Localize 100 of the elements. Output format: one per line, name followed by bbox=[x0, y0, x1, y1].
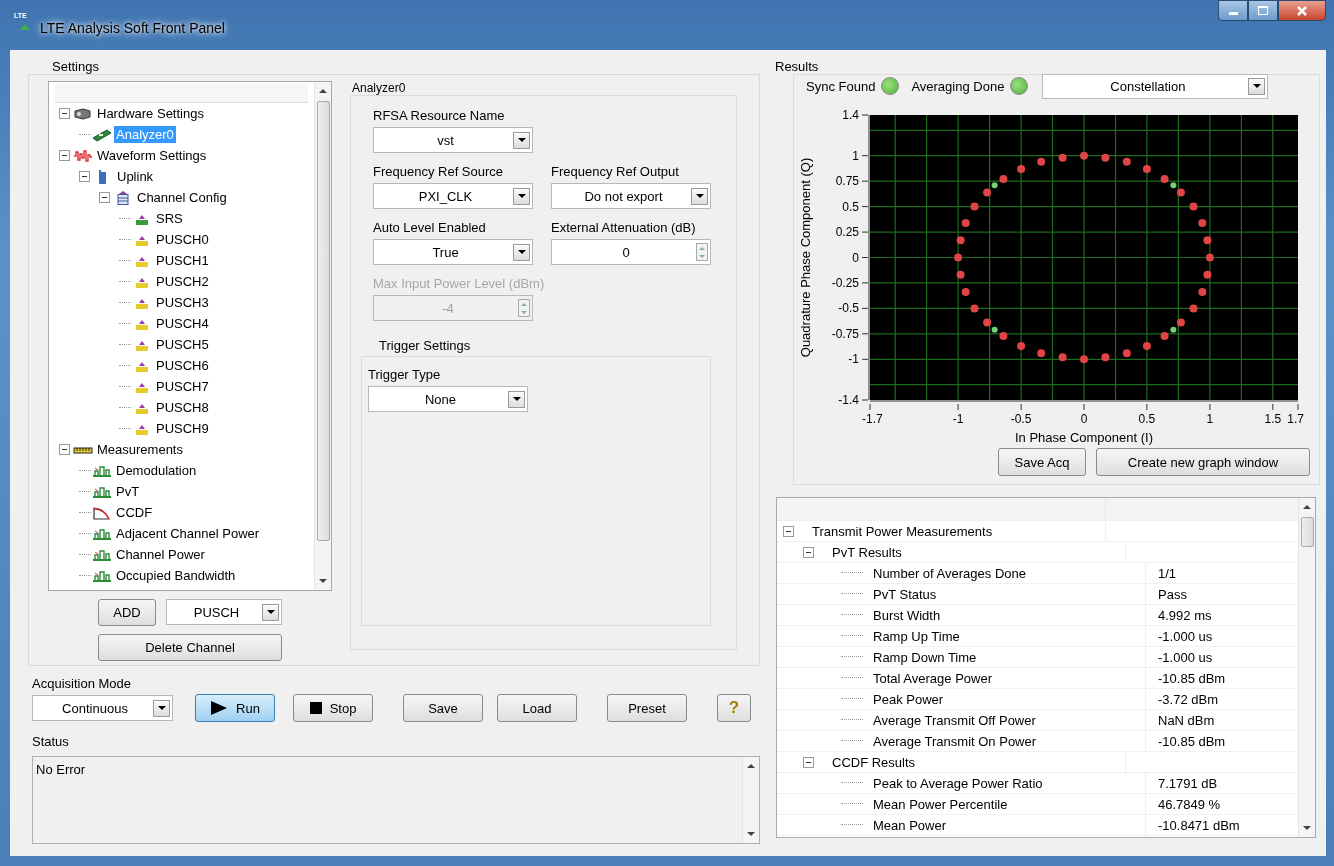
tree-item[interactable]: PUSCH6 bbox=[154, 357, 211, 374]
dropdown[interactable]: Do not export bbox=[551, 183, 711, 209]
delete-channel-button[interactable]: Delete Channel bbox=[98, 634, 282, 661]
tree-item[interactable]: Uplink bbox=[115, 168, 156, 185]
tree-item[interactable]: Demodulation bbox=[114, 462, 199, 479]
button[interactable]: Save bbox=[403, 694, 483, 722]
axis-title: Quadrature Phase Component (Q) bbox=[798, 157, 813, 358]
table-cell: -10.85 dBm bbox=[1158, 670, 1226, 686]
data-point bbox=[956, 236, 965, 245]
tree-item[interactable]: PvT bbox=[114, 483, 142, 500]
indicator-label: Averaging Done bbox=[911, 78, 1005, 94]
tree-item[interactable]: Channel Config bbox=[135, 189, 229, 206]
table-cell: Mean Power bbox=[873, 817, 946, 833]
tree-item[interactable]: PUSCH9 bbox=[154, 420, 211, 437]
dropdown[interactable]: True bbox=[373, 239, 533, 265]
tree-item[interactable]: Measurements bbox=[95, 441, 185, 458]
scrollbar[interactable] bbox=[1298, 498, 1315, 837]
expander-toggle[interactable] bbox=[59, 150, 70, 161]
play-icon bbox=[210, 701, 229, 715]
tree-item[interactable]: Adjacent Channel Power bbox=[114, 525, 262, 542]
scrollbar[interactable] bbox=[314, 82, 331, 590]
minimize-button[interactable] bbox=[1218, 0, 1248, 21]
tree-item[interactable]: Occupied Bandwidth bbox=[114, 567, 238, 584]
field-label: Frequency Ref Output bbox=[551, 164, 680, 179]
tree-item[interactable]: PUSCH7 bbox=[154, 378, 211, 395]
close-button[interactable] bbox=[1278, 0, 1326, 21]
group-title: Analyzer0 bbox=[351, 81, 407, 95]
scrollbar[interactable] bbox=[742, 757, 759, 843]
numeric-field[interactable]: 0 bbox=[551, 239, 711, 265]
button[interactable]: Load bbox=[497, 694, 577, 722]
data-point bbox=[1037, 157, 1046, 166]
tree-item[interactable]: PUSCH8 bbox=[154, 399, 211, 416]
maximize-button[interactable] bbox=[1248, 0, 1278, 21]
window-title: LTE Analysis Soft Front Panel bbox=[40, 20, 225, 36]
tree-item[interactable]: CCDF bbox=[114, 504, 155, 521]
caret-icon bbox=[513, 243, 530, 261]
tick-label: 0.5 bbox=[842, 199, 859, 214]
tree-item[interactable]: PUSCH4 bbox=[154, 315, 211, 332]
data-point bbox=[961, 288, 970, 297]
curve-icon bbox=[92, 505, 112, 520]
expander-toggle[interactable] bbox=[783, 525, 794, 537]
tick-label: -1 bbox=[848, 352, 859, 367]
tick-label: 1 bbox=[1206, 412, 1214, 426]
table-cell: Average Transmit On Power bbox=[873, 733, 1037, 749]
stop-button[interactable]: Stop bbox=[293, 694, 373, 722]
tree-item[interactable]: SRS bbox=[154, 210, 185, 227]
acquisition-mode-dropdown[interactable]: Continuous bbox=[32, 695, 173, 721]
table-cell: Burst Width bbox=[873, 607, 941, 623]
button[interactable]: Save Acq bbox=[998, 448, 1086, 476]
dropdown[interactable]: vst bbox=[373, 127, 533, 153]
waveform-icon bbox=[73, 148, 93, 163]
dropdown[interactable]: PXI_CLK bbox=[373, 183, 533, 209]
tree-item[interactable]: PUSCH5 bbox=[154, 336, 211, 353]
tick-label: 1.4 bbox=[842, 108, 859, 122]
spinner-icon bbox=[696, 243, 708, 261]
expander-toggle[interactable] bbox=[59, 108, 70, 119]
data-point bbox=[1080, 151, 1088, 160]
data-point bbox=[954, 253, 963, 262]
expander-toggle[interactable] bbox=[803, 546, 814, 558]
data-point bbox=[970, 304, 979, 313]
run-button[interactable]: Run bbox=[195, 694, 275, 722]
tree-item[interactable]: Hardware Settings bbox=[95, 105, 206, 122]
channel-type-dropdown[interactable]: PUSCH bbox=[166, 599, 282, 625]
spinner-icon bbox=[518, 299, 530, 317]
expander-toggle[interactable] bbox=[59, 444, 70, 455]
caret-icon bbox=[691, 187, 708, 205]
tree-item[interactable]: PUSCH1 bbox=[154, 252, 211, 269]
table-cell: 1/1 bbox=[1158, 565, 1177, 581]
graph-view-dropdown[interactable]: Constellation bbox=[1042, 73, 1269, 99]
data-point bbox=[1198, 288, 1207, 297]
chart-icon bbox=[92, 526, 112, 541]
data-point bbox=[956, 270, 965, 279]
tree-item[interactable]: PUSCH2 bbox=[154, 273, 211, 290]
table-cell: -10.8471 dBm bbox=[1158, 817, 1240, 833]
tree-item[interactable]: Waveform Settings bbox=[95, 147, 209, 164]
tree-item[interactable]: PUSCH3 bbox=[154, 294, 211, 311]
table-cell: 46.7849 % bbox=[1158, 796, 1221, 812]
table-cell: 7.1791 dB bbox=[1158, 775, 1218, 791]
indicator-label: Sync Found bbox=[806, 78, 876, 94]
chart-icon bbox=[92, 463, 112, 478]
button[interactable]: Create new graph window bbox=[1096, 448, 1310, 476]
dropdown[interactable]: None bbox=[368, 386, 528, 412]
table-cell: Peak Power bbox=[873, 691, 944, 707]
expander-toggle[interactable] bbox=[99, 192, 110, 203]
field-label: Frequency Ref Source bbox=[373, 164, 505, 179]
field-label: Trigger Type bbox=[368, 367, 442, 382]
tree-item[interactable]: Channel Power bbox=[114, 546, 207, 563]
field-label: Acquisition Mode bbox=[32, 676, 132, 692]
expander-toggle[interactable] bbox=[803, 756, 814, 768]
chart-icon bbox=[92, 547, 112, 562]
button[interactable]: Preset bbox=[607, 694, 687, 722]
expander-toggle[interactable] bbox=[79, 171, 90, 182]
table-cell: -1.000 us bbox=[1158, 628, 1213, 644]
table-cell: Ramp Down Time bbox=[873, 649, 977, 665]
data-point bbox=[1080, 355, 1088, 364]
data-point bbox=[1101, 353, 1110, 362]
device-icon bbox=[73, 106, 93, 121]
tree-item[interactable]: PUSCH0 bbox=[154, 231, 211, 248]
data-point bbox=[1017, 342, 1026, 351]
add-button[interactable]: ADD bbox=[98, 599, 156, 626]
